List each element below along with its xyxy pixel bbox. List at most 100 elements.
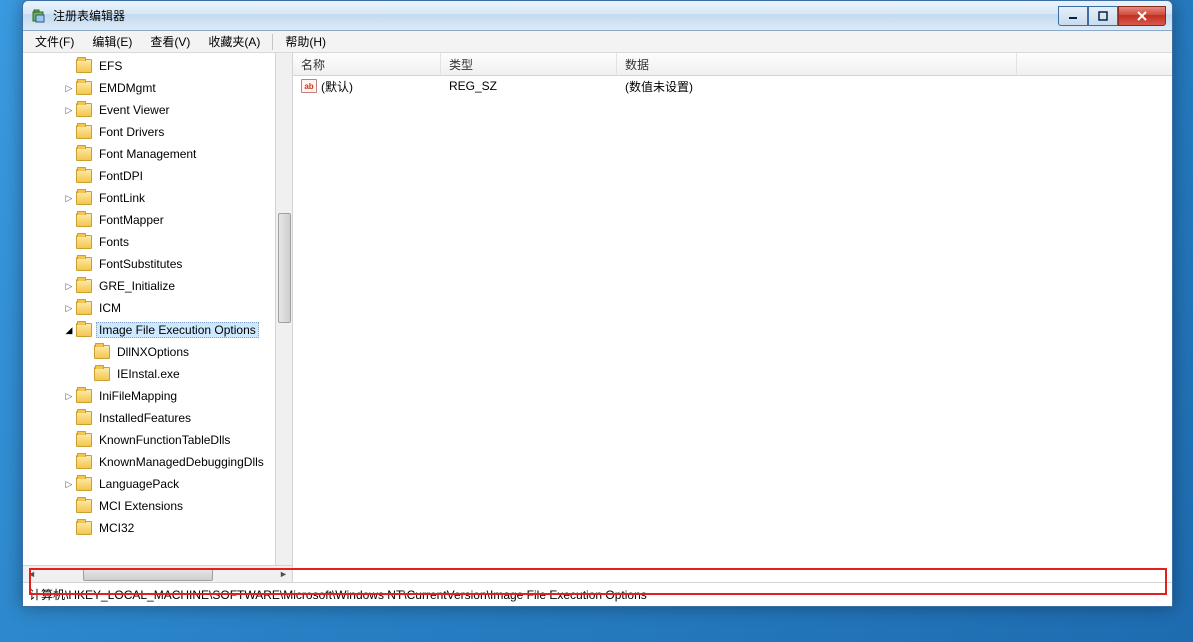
- tree-item-label: MCI Extensions: [96, 499, 186, 513]
- tree-item[interactable]: Fonts: [27, 231, 275, 253]
- list-rows[interactable]: ab(默认)REG_SZ(数值未设置): [293, 76, 1172, 582]
- tree-item[interactable]: ▷FontLink: [27, 187, 275, 209]
- tree-item[interactable]: KnownManagedDebuggingDlls: [27, 451, 275, 473]
- column-name[interactable]: 名称: [293, 53, 441, 75]
- tree-item-label: FontMapper: [96, 213, 167, 227]
- registry-editor-window: 注册表编辑器 文件(F) 编辑(E) 查看(V) 收藏夹(A) 帮助(H): [22, 0, 1173, 607]
- menu-edit[interactable]: 编辑(E): [84, 31, 140, 52]
- collapse-icon[interactable]: ◢: [63, 324, 75, 336]
- folder-icon: [76, 477, 92, 491]
- expander-placeholder: [63, 148, 75, 160]
- folder-icon: [76, 301, 92, 315]
- tree-item[interactable]: ▷Event Viewer: [27, 99, 275, 121]
- expander-placeholder: [63, 522, 75, 534]
- expander-placeholder: [63, 214, 75, 226]
- tree-item[interactable]: ▷ EMDMgmt: [27, 77, 275, 99]
- expand-icon[interactable]: ▷: [63, 280, 75, 292]
- tree-item-label: Font Management: [96, 147, 199, 161]
- tree-item[interactable]: ▷ICM: [27, 297, 275, 319]
- folder-icon: [76, 81, 92, 95]
- expander-placeholder: [63, 170, 75, 182]
- tree-item[interactable]: KnownFunctionTableDlls: [27, 429, 275, 451]
- menu-file[interactable]: 文件(F): [27, 31, 82, 52]
- statusbar: 计算机\HKEY_LOCAL_MACHINE\SOFTWARE\Microsof…: [23, 582, 1172, 606]
- folder-icon: [76, 59, 92, 73]
- menu-separator: [272, 34, 273, 50]
- expander-placeholder: [81, 346, 93, 358]
- splitter: EFS ▷ EMDMgmt ▷Event Viewer Font Drivers Font…: [23, 53, 1172, 582]
- tree-item[interactable]: ▷ LanguagePack: [27, 473, 275, 495]
- tree-item[interactable]: MCI Extensions: [27, 495, 275, 517]
- folder-icon: [76, 125, 92, 139]
- tree-item[interactable]: FontSubstitutes: [27, 253, 275, 275]
- tree-item[interactable]: Font Management: [27, 143, 275, 165]
- tree-item[interactable]: FontDPI: [27, 165, 275, 187]
- tree-item[interactable]: IEInstal.exe: [27, 363, 275, 385]
- folder-icon: [76, 389, 92, 403]
- tree-item-label: FontSubstitutes: [96, 257, 185, 271]
- app-icon: [31, 8, 47, 24]
- tree-item-label: EMDMgmt: [96, 81, 159, 95]
- folder-icon: [76, 279, 92, 293]
- window-title: 注册表编辑器: [53, 7, 125, 24]
- expand-icon[interactable]: ▷: [63, 104, 75, 116]
- value-name: (默认): [321, 78, 353, 95]
- menu-help[interactable]: 帮助(H): [277, 31, 334, 52]
- registry-tree: EFS ▷ EMDMgmt ▷Event Viewer Font Drivers Font…: [23, 53, 275, 541]
- folder-icon: [76, 191, 92, 205]
- tree-item[interactable]: MCI32: [27, 517, 275, 539]
- tree-item-label: LanguagePack: [96, 477, 182, 491]
- folder-icon: [76, 235, 92, 249]
- folder-icon: [94, 345, 110, 359]
- tree-item[interactable]: ◢Image File Execution Options: [27, 319, 275, 341]
- expander-placeholder: [63, 412, 75, 424]
- tree-item[interactable]: InstalledFeatures: [27, 407, 275, 429]
- expand-icon[interactable]: ▷: [63, 478, 75, 490]
- tree-scroll[interactable]: EFS ▷ EMDMgmt ▷Event Viewer Font Drivers Font…: [23, 53, 275, 565]
- tree-item[interactable]: FontMapper: [27, 209, 275, 231]
- folder-icon: [76, 169, 92, 183]
- column-type[interactable]: 类型: [441, 53, 617, 75]
- statusbar-path: 计算机\HKEY_LOCAL_MACHINE\SOFTWARE\Microsof…: [29, 586, 647, 603]
- folder-icon: [76, 411, 92, 425]
- tree-item-label: KnownManagedDebuggingDlls: [96, 455, 267, 469]
- scrollbar-thumb[interactable]: [278, 213, 291, 323]
- tree-item-label: Font Drivers: [96, 125, 167, 139]
- tree-item-label: IEInstal.exe: [114, 367, 183, 381]
- scroll-left-arrow[interactable]: ◄: [23, 569, 40, 579]
- value-data: (数值未设置): [617, 78, 1017, 95]
- expander-placeholder: [63, 258, 75, 270]
- folder-icon: [94, 367, 110, 381]
- folder-icon: [76, 433, 92, 447]
- minimize-button[interactable]: [1058, 6, 1088, 26]
- expand-icon[interactable]: ▷: [63, 390, 75, 402]
- expand-icon[interactable]: ▷: [63, 302, 75, 314]
- folder-icon: [76, 213, 92, 227]
- tree-item[interactable]: EFS: [27, 55, 275, 77]
- tree-vertical-scrollbar[interactable]: [275, 53, 292, 565]
- value-row[interactable]: ab(默认)REG_SZ(数值未设置): [293, 76, 1172, 96]
- scroll-right-arrow[interactable]: ►: [275, 569, 292, 579]
- string-value-icon: ab: [301, 79, 317, 93]
- expand-icon[interactable]: ▷: [63, 82, 75, 94]
- close-button[interactable]: [1118, 6, 1166, 26]
- tree-item[interactable]: ▷ GRE_Initialize: [27, 275, 275, 297]
- tree-horizontal-scrollbar[interactable]: ◄ ►: [23, 565, 292, 582]
- tree-item-label: InstalledFeatures: [96, 411, 194, 425]
- scrollbar-thumb[interactable]: [83, 568, 213, 581]
- tree-item[interactable]: Font Drivers: [27, 121, 275, 143]
- tree-item-label: GRE_Initialize: [96, 279, 178, 293]
- tree-item[interactable]: DllNXOptions: [27, 341, 275, 363]
- column-data[interactable]: 数据: [617, 53, 1017, 75]
- menu-view[interactable]: 查看(V): [142, 31, 198, 52]
- expander-placeholder: [63, 456, 75, 468]
- tree-pane: EFS ▷ EMDMgmt ▷Event Viewer Font Drivers Font…: [23, 53, 293, 582]
- titlebar[interactable]: 注册表编辑器: [23, 1, 1172, 31]
- folder-icon: [76, 521, 92, 535]
- expand-icon[interactable]: ▷: [63, 192, 75, 204]
- tree-item-label: EFS: [96, 59, 125, 73]
- tree-item[interactable]: ▷IniFileMapping: [27, 385, 275, 407]
- folder-icon: [76, 455, 92, 469]
- menu-favorites[interactable]: 收藏夹(A): [200, 31, 268, 52]
- maximize-button[interactable]: [1088, 6, 1118, 26]
